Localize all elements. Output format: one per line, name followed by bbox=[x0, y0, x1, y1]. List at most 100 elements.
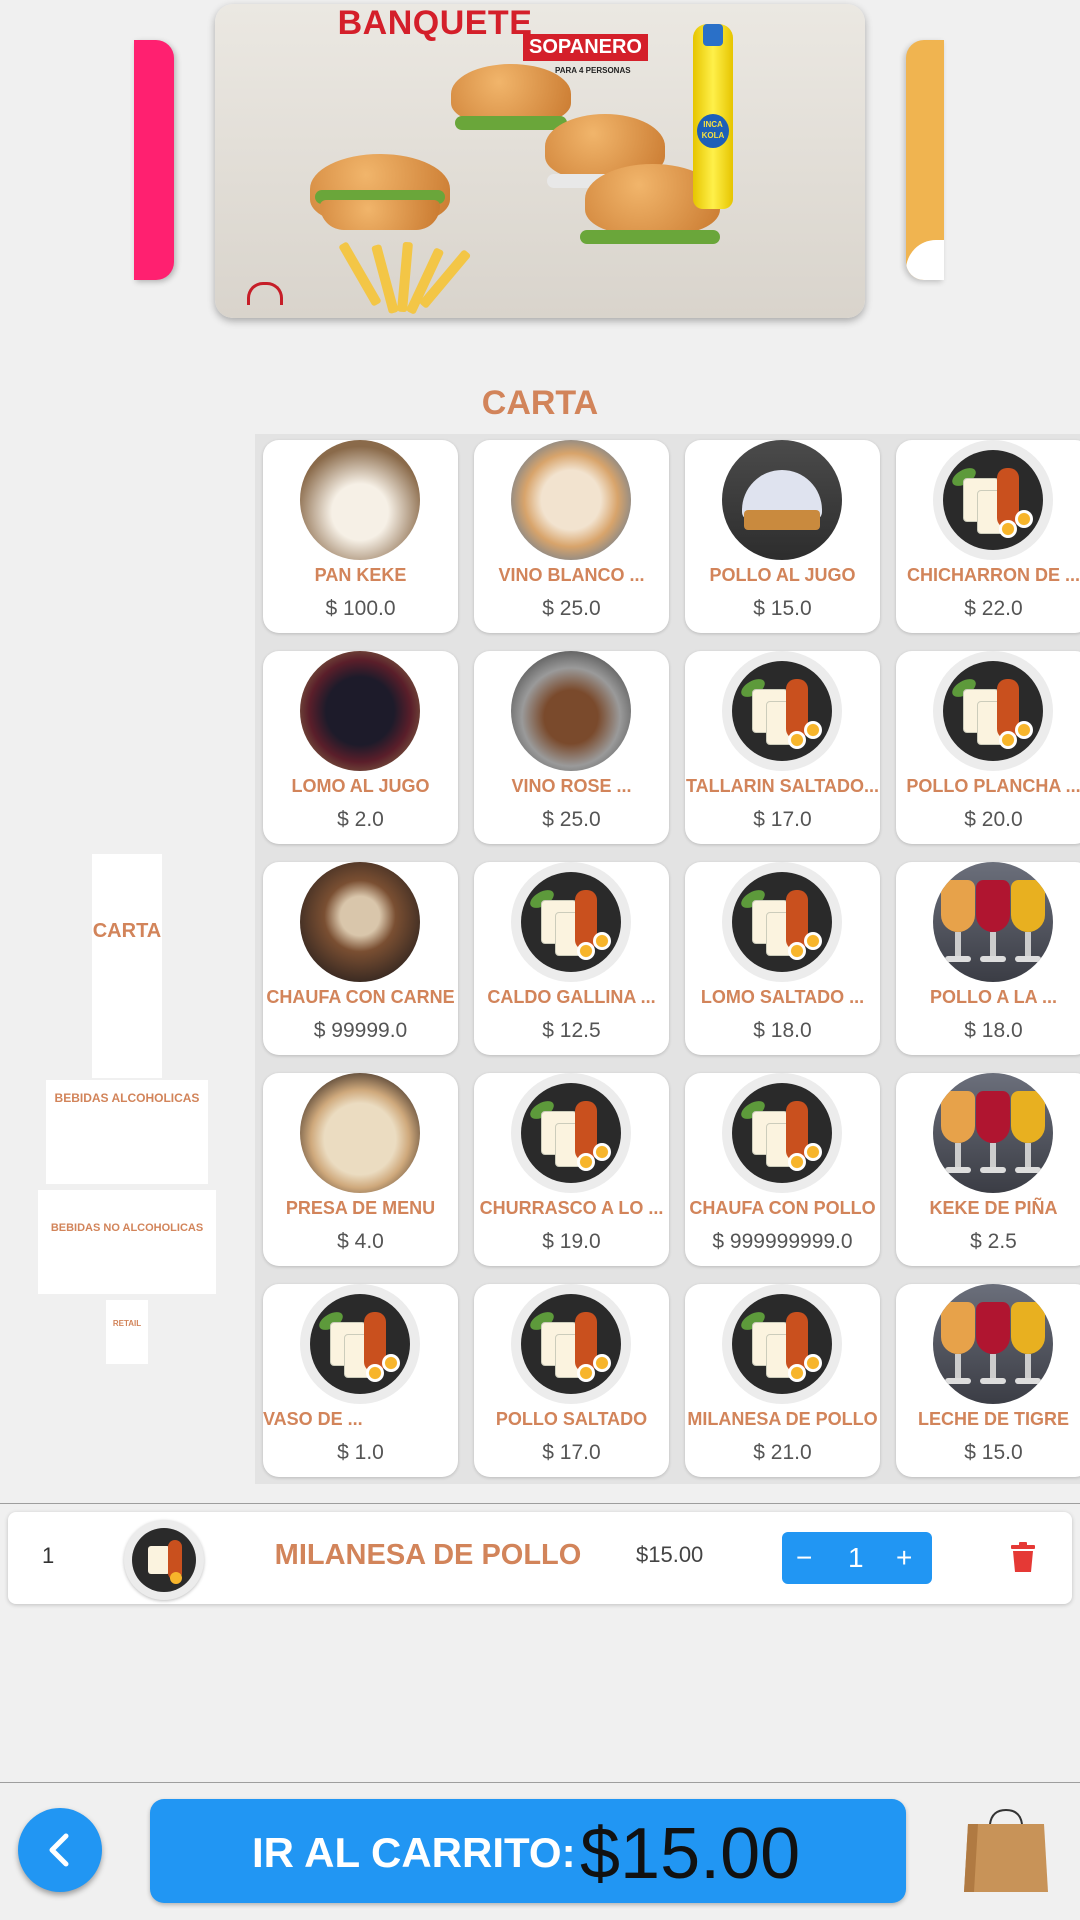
carousel-slide-next[interactable] bbox=[906, 40, 944, 280]
product-price: $ 25.0 bbox=[542, 597, 601, 620]
product-image bbox=[511, 1284, 631, 1404]
divider bbox=[0, 1503, 1080, 1504]
product-price: $ 17.0 bbox=[753, 808, 812, 831]
product-image bbox=[511, 651, 631, 771]
product-image bbox=[722, 651, 842, 771]
cart-line-index: 1 bbox=[42, 1543, 55, 1568]
product-image bbox=[722, 862, 842, 982]
category-label: CARTA bbox=[92, 920, 162, 942]
cart-line-item: 1 MILANESA DE POLLO $15.00 − 1 + bbox=[8, 1512, 1072, 1604]
delete-icon[interactable] bbox=[1010, 1542, 1036, 1572]
quantity-stepper: − 1 + bbox=[782, 1532, 932, 1584]
brand-logo-icon bbox=[247, 282, 283, 305]
product-image bbox=[933, 862, 1053, 982]
shopping-bag-icon[interactable] bbox=[960, 1808, 1052, 1892]
product-image bbox=[300, 862, 420, 982]
quantity-value: 1 bbox=[848, 1542, 864, 1573]
product-card[interactable]: LOMO SALTADO ... $ 18.0 bbox=[685, 862, 880, 1055]
product-name: VASO DE ... bbox=[263, 1409, 363, 1429]
product-image bbox=[933, 1284, 1053, 1404]
product-card[interactable]: CHICHARRON DE ... $ 22.0 bbox=[896, 440, 1080, 633]
product-card[interactable]: POLLO SALTADO $ 17.0 bbox=[474, 1284, 669, 1477]
product-card[interactable]: CHAUFA CON POLLO $ 999999999.0 bbox=[685, 1073, 880, 1266]
increase-button[interactable]: + bbox=[896, 1542, 912, 1574]
promo-banner[interactable]: BANQUETE SOPANERO PARA 4 PERSONAS INCA K… bbox=[215, 4, 865, 318]
decrease-button[interactable]: − bbox=[796, 1542, 812, 1574]
product-card[interactable]: KEKE DE PIÑA $ 2.5 bbox=[896, 1073, 1080, 1266]
product-card[interactable]: VASO DE ... $ 1.0 bbox=[263, 1284, 458, 1477]
product-card[interactable]: TALLARIN SALTADO... $ 17.0 bbox=[685, 651, 880, 844]
product-price: $ 2.0 bbox=[337, 808, 384, 831]
divider bbox=[0, 1782, 1080, 1783]
category-retail[interactable]: RETAIL bbox=[106, 1300, 148, 1364]
cart-total: $15.00 bbox=[580, 1814, 801, 1894]
product-card[interactable]: VINO ROSE ... $ 25.0 bbox=[474, 651, 669, 844]
product-name: MILANESA DE POLLO bbox=[687, 1409, 878, 1429]
product-price: $ 25.0 bbox=[542, 808, 601, 831]
banner-subtitle: SOPANERO bbox=[523, 34, 648, 61]
product-card[interactable]: PRESA DE MENU $ 4.0 bbox=[263, 1073, 458, 1266]
product-name: VINO BLANCO ... bbox=[498, 565, 645, 585]
product-name: PAN KEKE bbox=[314, 565, 407, 585]
product-image bbox=[511, 1073, 631, 1193]
product-card[interactable]: VINO BLANCO ... $ 25.0 bbox=[474, 440, 669, 633]
product-image bbox=[300, 1284, 420, 1404]
back-button[interactable] bbox=[18, 1808, 102, 1892]
product-name: TALLARIN SALTADO... bbox=[686, 776, 879, 796]
product-price: $ 12.5 bbox=[542, 1019, 601, 1042]
product-image bbox=[511, 862, 631, 982]
category-bebidas-alcoholicas[interactable]: BEBIDAS ALCOHOLICAS bbox=[46, 1080, 208, 1184]
product-name: CHAUFA CON POLLO bbox=[689, 1198, 876, 1218]
product-image bbox=[933, 1073, 1053, 1193]
product-name: POLLO A LA ... bbox=[930, 987, 1057, 1007]
product-name: VINO ROSE ... bbox=[511, 776, 632, 796]
product-card[interactable]: PAN KEKE $ 100.0 bbox=[263, 440, 458, 633]
product-name: CHURRASCO A LO ... bbox=[479, 1198, 664, 1218]
product-price: $ 15.0 bbox=[753, 597, 812, 620]
product-card[interactable]: CALDO GALLINA ... $ 12.5 bbox=[474, 862, 669, 1055]
product-card[interactable]: CHAUFA CON CARNE $ 99999.0 bbox=[263, 862, 458, 1055]
product-price: $ 20.0 bbox=[964, 808, 1023, 831]
product-name: PRESA DE MENU bbox=[285, 1198, 436, 1218]
carousel-slide-previous[interactable] bbox=[134, 40, 174, 280]
banner-caption: PARA 4 PERSONAS bbox=[555, 66, 631, 75]
cart-item-image bbox=[124, 1520, 204, 1600]
product-name: KEKE DE PIÑA bbox=[929, 1198, 1058, 1218]
product-card[interactable]: LECHE DE TIGRE $ 15.0 bbox=[896, 1284, 1080, 1477]
product-card[interactable]: POLLO PLANCHA ... $ 20.0 bbox=[896, 651, 1080, 844]
product-image bbox=[300, 1073, 420, 1193]
category-label: BEBIDAS ALCOHOLICAS bbox=[54, 1091, 200, 1105]
product-card[interactable]: MILANESA DE POLLO $ 21.0 bbox=[685, 1284, 880, 1477]
product-name: LOMO AL JUGO bbox=[291, 776, 430, 796]
product-price: $ 19.0 bbox=[542, 1230, 601, 1253]
product-image bbox=[300, 651, 420, 771]
product-price: $ 1.0 bbox=[337, 1441, 384, 1464]
product-card[interactable]: POLLO A LA ... $ 18.0 bbox=[896, 862, 1080, 1055]
go-to-cart-button[interactable]: IR AL CARRITO: $15.00 bbox=[150, 1799, 906, 1903]
cart-item-name: MILANESA DE POLLO bbox=[274, 1539, 582, 1571]
product-image bbox=[933, 651, 1053, 771]
product-image bbox=[722, 440, 842, 560]
product-name: CHAUFA CON CARNE bbox=[266, 987, 455, 1007]
product-price: $ 21.0 bbox=[753, 1441, 812, 1464]
product-card[interactable]: POLLO AL JUGO $ 15.0 bbox=[685, 440, 880, 633]
product-card[interactable]: LOMO AL JUGO $ 2.0 bbox=[263, 651, 458, 844]
product-price: $ 2.5 bbox=[970, 1230, 1017, 1253]
category-bebidas-no-alcoholicas[interactable]: BEBIDAS NO ALCOHOLICAS bbox=[38, 1190, 216, 1294]
product-price: $ 22.0 bbox=[964, 597, 1023, 620]
product-price: $ 15.0 bbox=[964, 1441, 1023, 1464]
product-image bbox=[300, 440, 420, 560]
section-title: CARTA bbox=[481, 384, 599, 422]
product-price: $ 17.0 bbox=[542, 1441, 601, 1464]
category-label: BEBIDAS NO ALCOHOLICAS bbox=[50, 1222, 204, 1234]
product-price: $ 18.0 bbox=[753, 1019, 812, 1042]
product-card[interactable]: CHURRASCO A LO ... $ 19.0 bbox=[474, 1073, 669, 1266]
product-name: POLLO PLANCHA ... bbox=[906, 776, 1080, 796]
product-image bbox=[933, 440, 1053, 560]
product-image bbox=[722, 1073, 842, 1193]
product-name: CALDO GALLINA ... bbox=[487, 987, 656, 1007]
product-price: $ 99999.0 bbox=[313, 1019, 408, 1042]
category-carta[interactable]: CARTA bbox=[92, 854, 162, 1078]
product-image bbox=[722, 1284, 842, 1404]
cart-button-label: IR AL CARRITO: bbox=[252, 1829, 576, 1876]
